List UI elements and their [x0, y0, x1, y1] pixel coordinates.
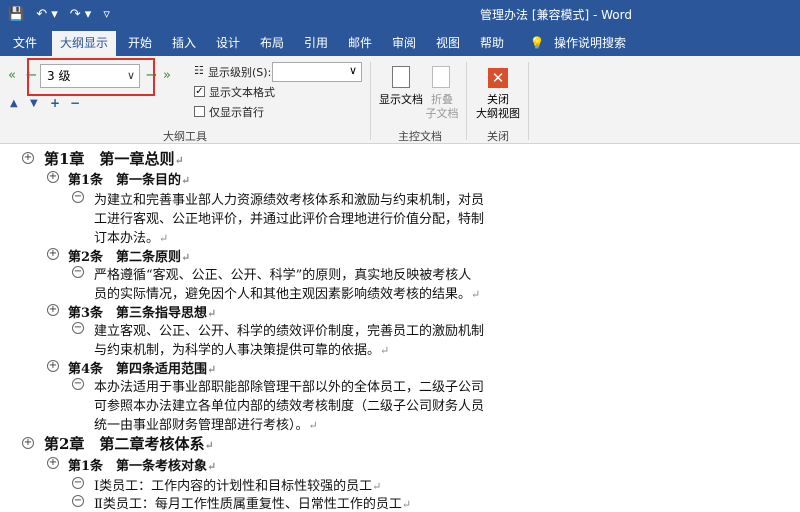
tell-me-search[interactable]: 操作说明搜索	[550, 31, 630, 56]
expand-symbol-icon[interactable]: +	[47, 248, 59, 260]
show-first-line-label: 仅显示首行	[209, 106, 264, 119]
collapse-symbol-icon[interactable]: −	[72, 191, 84, 203]
tab-help[interactable]: 帮助	[474, 31, 510, 56]
redo-icon[interactable]: ↷ ▾	[70, 6, 92, 24]
show-document-label[interactable]: 显示文档	[376, 93, 426, 107]
expand-symbol-icon[interactable]: +	[47, 171, 59, 183]
expand-symbol-icon[interactable]: +	[47, 360, 59, 372]
close-icon[interactable]: ✕	[488, 68, 508, 88]
heading-level2[interactable]: 第2条 第二条原则↵	[68, 246, 190, 265]
heading-level2[interactable]: 第1条 第一条考核对象↵	[68, 455, 216, 474]
show-level-select[interactable]: ∨	[272, 62, 362, 82]
collapse-subdocs-label: 折叠	[431, 93, 453, 106]
tab-layout[interactable]: 布局	[254, 31, 290, 56]
body-text[interactable]: 可参照本办法建立各单位内部的绩效考核制度（二级子公司财务人员	[94, 395, 484, 414]
collapse-symbol-icon[interactable]: −	[72, 477, 84, 489]
body-text[interactable]: 统一由事业部财务管理部进行考核）。↵	[94, 414, 318, 433]
tab-design[interactable]: 设计	[210, 31, 246, 56]
show-document-icon[interactable]	[392, 66, 410, 88]
tab-insert[interactable]: 插入	[166, 31, 202, 56]
expand-symbol-icon[interactable]: +	[22, 437, 34, 449]
move-up-icon[interactable]: ▲	[10, 98, 18, 109]
tab-review[interactable]: 审阅	[386, 31, 422, 56]
highlight-box	[27, 58, 155, 96]
lightbulb-icon: 💡	[529, 36, 545, 50]
body-text[interactable]: 本办法适用于事业部职能部除管理干部以外的全体员工，二级子公司	[94, 376, 484, 395]
heading-level1[interactable]: 第2章 第二章考核体系↵	[44, 433, 214, 454]
group-divider	[528, 62, 529, 140]
quick-access-toolbar: 💾 ↶ ▾ ↷ ▾ ▿	[8, 6, 110, 24]
window-title: 管理办法 [兼容模式] - Word	[480, 8, 632, 22]
body-text[interactable]: 为建立和完善事业部人力资源绩效考核体系和激励与约束机制，对员	[94, 189, 484, 208]
tab-references[interactable]: 引用	[298, 31, 334, 56]
tab-file[interactable]: 文件	[4, 31, 46, 56]
customize-qat-icon[interactable]: ▿	[103, 6, 110, 24]
title-bar: 💾 ↶ ▾ ↷ ▾ ▿ 管理办法 [兼容模式] - Word	[0, 0, 800, 31]
tab-mailings[interactable]: 邮件	[342, 31, 378, 56]
undo-icon[interactable]: ↶ ▾	[36, 6, 58, 24]
save-icon[interactable]: 💾	[8, 6, 24, 24]
tab-home[interactable]: 开始	[122, 31, 158, 56]
expand-icon[interactable]: +	[50, 96, 60, 110]
heading-level1[interactable]: 第1章 第一章总则↵	[44, 148, 184, 169]
document-area[interactable]: + 第1章 第一章总则↵ + 第1条 第一条目的↵ − 为建立和完善事业部人力资…	[0, 145, 800, 512]
heading-level2[interactable]: 第4条 第四条适用范围↵	[68, 358, 216, 377]
collapse-subdocs-label2: 子文档	[425, 107, 459, 120]
expand-symbol-icon[interactable]: +	[47, 457, 59, 469]
body-text[interactable]: 订本办法。↵	[94, 227, 168, 246]
show-text-format-checkbox[interactable]: ✓	[194, 86, 205, 97]
show-level-label: 显示级别(S):	[208, 66, 272, 79]
show-text-format-label: 显示文本格式	[209, 86, 275, 99]
collapse-symbol-icon[interactable]: −	[72, 378, 84, 390]
body-text[interactable]: 与约束机制，为科学的人事决策提供可靠的依据。↵	[94, 339, 389, 358]
group-divider	[466, 62, 467, 140]
collapse-symbol-icon[interactable]: −	[72, 495, 84, 507]
close-group-label: 关闭	[487, 130, 509, 143]
collapse-icon[interactable]: −	[70, 96, 80, 110]
chevron-down-icon: ∨	[348, 64, 357, 77]
body-text[interactable]: 工进行客观、公正地评价，并通过此评价合理地进行价值分配，特制	[94, 208, 484, 227]
expand-symbol-icon[interactable]: +	[47, 304, 59, 316]
heading-level2[interactable]: 第1条 第一条目的↵	[68, 169, 190, 188]
body-text[interactable]: 员的实际情况，避免因个人和其他主观因素影响绩效考核的结果。↵	[94, 283, 480, 302]
show-level-icon: ☷	[194, 64, 204, 77]
ribbon-tab-bar: 文件 大纲显示 开始 插入 设计 布局 引用 邮件 审阅 视图 帮助 💡 操作说…	[0, 31, 800, 56]
promote-to-heading1-icon[interactable]: «	[8, 68, 16, 83]
collapse-symbol-icon[interactable]: −	[72, 266, 84, 278]
expand-symbol-icon[interactable]: +	[22, 152, 34, 164]
move-down-icon[interactable]: ▼	[30, 98, 38, 109]
body-text[interactable]: Ⅰ类员工：工作内容的计划性和目标性较强的员工↵	[94, 475, 381, 494]
body-text[interactable]: Ⅱ类员工：每月工作性质属重复性、日常性工作的员工↵	[94, 493, 411, 512]
outline-tools-group-label: 大纲工具	[163, 130, 207, 143]
heading-level2[interactable]: 第3条 第三条指导思想↵	[68, 302, 216, 321]
show-first-line-checkbox[interactable]	[194, 106, 205, 117]
tab-view[interactable]: 视图	[430, 31, 466, 56]
demote-to-body-icon[interactable]: »	[163, 68, 171, 83]
collapse-symbol-icon[interactable]: −	[72, 322, 84, 334]
group-divider	[370, 62, 371, 140]
body-text[interactable]: 严格遵循“客观、公正、公开、科学”的原则，真实地反映被考核人	[94, 264, 471, 283]
body-text[interactable]: 建立客观、公正、公开、科学的绩效评价制度，完善员工的激励机制	[94, 320, 484, 339]
close-outline-label2[interactable]: 大纲视图	[474, 107, 522, 121]
tab-outline[interactable]: 大纲显示	[52, 31, 116, 56]
master-document-group-label: 主控文档	[398, 130, 442, 143]
collapse-subdocs-icon	[432, 66, 450, 88]
close-outline-label[interactable]: 关闭	[474, 93, 522, 107]
